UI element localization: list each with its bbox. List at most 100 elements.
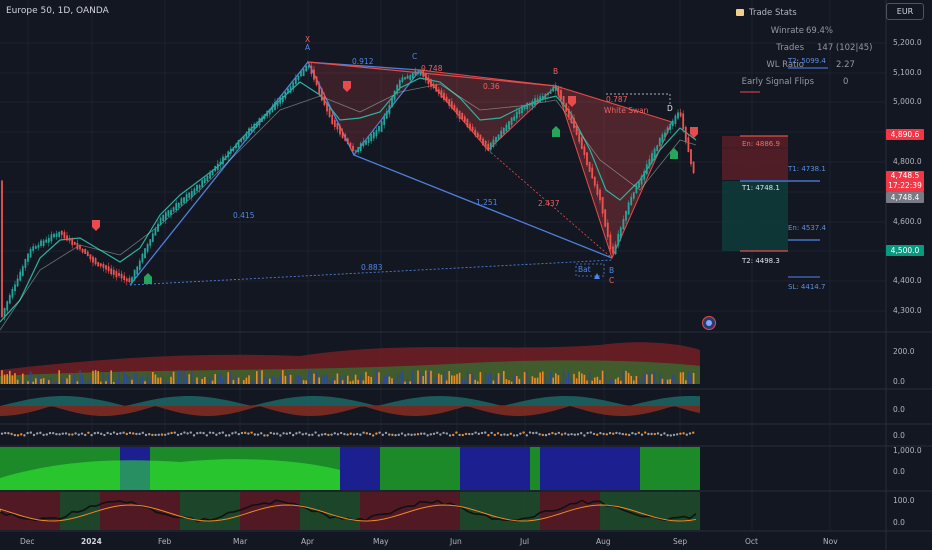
volume-bar bbox=[276, 377, 279, 384]
x-tick: Feb bbox=[158, 537, 172, 546]
osc-dot bbox=[253, 433, 256, 436]
osc-dot bbox=[349, 432, 352, 435]
candle bbox=[146, 244, 149, 252]
volume-bar bbox=[245, 377, 248, 384]
candle bbox=[575, 125, 578, 135]
osc-dot bbox=[128, 431, 132, 435]
candle bbox=[281, 95, 284, 103]
volume-bar bbox=[110, 370, 112, 384]
candle bbox=[401, 77, 404, 83]
volume-bar bbox=[266, 376, 268, 384]
symbol-title[interactable]: Europe 50, 1D, OANDA bbox=[6, 6, 109, 16]
osc-dot bbox=[71, 433, 74, 436]
candle bbox=[570, 113, 573, 124]
osc-dot bbox=[180, 432, 183, 436]
volume-bar bbox=[536, 377, 539, 384]
indicator-settings-icon[interactable] bbox=[702, 316, 716, 330]
volume-bar bbox=[362, 380, 365, 384]
osc-dot bbox=[445, 432, 448, 435]
volume-bar bbox=[172, 371, 175, 384]
candle bbox=[235, 144, 237, 149]
candle bbox=[385, 111, 388, 119]
y-tick: 4,300.0 bbox=[893, 306, 922, 315]
osc-dot bbox=[269, 431, 272, 435]
volume-bar bbox=[71, 380, 73, 384]
candle bbox=[474, 129, 477, 136]
volume-bar bbox=[227, 372, 229, 384]
candle bbox=[159, 217, 162, 225]
candle bbox=[24, 259, 27, 268]
osc-dot bbox=[234, 431, 237, 434]
volume-bar bbox=[596, 376, 599, 384]
volume-bar bbox=[284, 375, 287, 384]
candle bbox=[300, 71, 302, 77]
volume-bar bbox=[500, 376, 502, 384]
osc-dot bbox=[416, 432, 420, 436]
candle bbox=[406, 75, 409, 79]
candle bbox=[40, 240, 42, 246]
candle bbox=[196, 184, 198, 191]
trend-block bbox=[460, 447, 530, 490]
osc-dot bbox=[634, 432, 637, 436]
y-tick: 0.0 bbox=[893, 431, 905, 440]
volume-bar bbox=[118, 372, 120, 384]
candle bbox=[502, 127, 505, 134]
osc-dot bbox=[548, 432, 551, 436]
candle bbox=[1, 180, 3, 318]
osc-dot bbox=[240, 431, 244, 435]
candle bbox=[307, 65, 310, 68]
currency-button[interactable]: EUR bbox=[886, 3, 924, 20]
candle bbox=[164, 212, 167, 221]
x-tick: 2024 bbox=[81, 537, 102, 546]
osc-dot bbox=[628, 433, 631, 437]
candle bbox=[167, 210, 170, 217]
osc-dot bbox=[468, 432, 471, 436]
volume-bar bbox=[630, 375, 632, 384]
osc-dot bbox=[381, 433, 384, 437]
volume-bar bbox=[84, 381, 86, 384]
volume-bar bbox=[76, 381, 79, 384]
candle bbox=[396, 84, 399, 93]
y-tick: 0.0 bbox=[893, 467, 905, 476]
volume-bar bbox=[9, 370, 11, 384]
candle bbox=[661, 134, 664, 143]
candle bbox=[349, 142, 352, 148]
point-d-label: D bbox=[667, 104, 673, 113]
x-tick: Oct bbox=[745, 537, 758, 546]
candle bbox=[372, 131, 375, 139]
candle bbox=[84, 248, 87, 255]
candle bbox=[219, 161, 222, 165]
candle bbox=[297, 75, 300, 80]
osc-dot bbox=[320, 433, 324, 436]
x-tick: Aug bbox=[596, 537, 611, 546]
candle bbox=[136, 266, 139, 275]
candle bbox=[645, 164, 648, 175]
ratio-label: 0.415 bbox=[233, 211, 255, 220]
candle bbox=[510, 117, 513, 125]
candle bbox=[448, 99, 451, 106]
osc-dot bbox=[260, 432, 263, 435]
point-b-label: B bbox=[553, 67, 559, 76]
candle bbox=[68, 237, 71, 241]
osc-dot bbox=[442, 431, 445, 435]
osc-dot bbox=[391, 433, 394, 437]
volume-bar bbox=[560, 381, 562, 384]
x-tick: Apr bbox=[301, 537, 314, 546]
osc-dot bbox=[608, 431, 612, 435]
volume-bar bbox=[674, 376, 677, 384]
osc-dot bbox=[36, 432, 39, 435]
candle bbox=[476, 132, 479, 138]
osc-dot bbox=[215, 433, 218, 436]
candle bbox=[414, 70, 417, 76]
osc-dot bbox=[138, 432, 141, 436]
y-tick: 0.0 bbox=[893, 377, 905, 386]
candle bbox=[287, 88, 289, 94]
volume-bar bbox=[53, 381, 55, 384]
volume-bar bbox=[552, 377, 554, 384]
volume-bar bbox=[409, 381, 411, 384]
osc-dot bbox=[448, 434, 452, 437]
candle bbox=[432, 84, 435, 88]
y-tick: 4,600.0 bbox=[893, 217, 922, 226]
volume-bar bbox=[451, 375, 453, 384]
volume-bar bbox=[466, 371, 469, 384]
